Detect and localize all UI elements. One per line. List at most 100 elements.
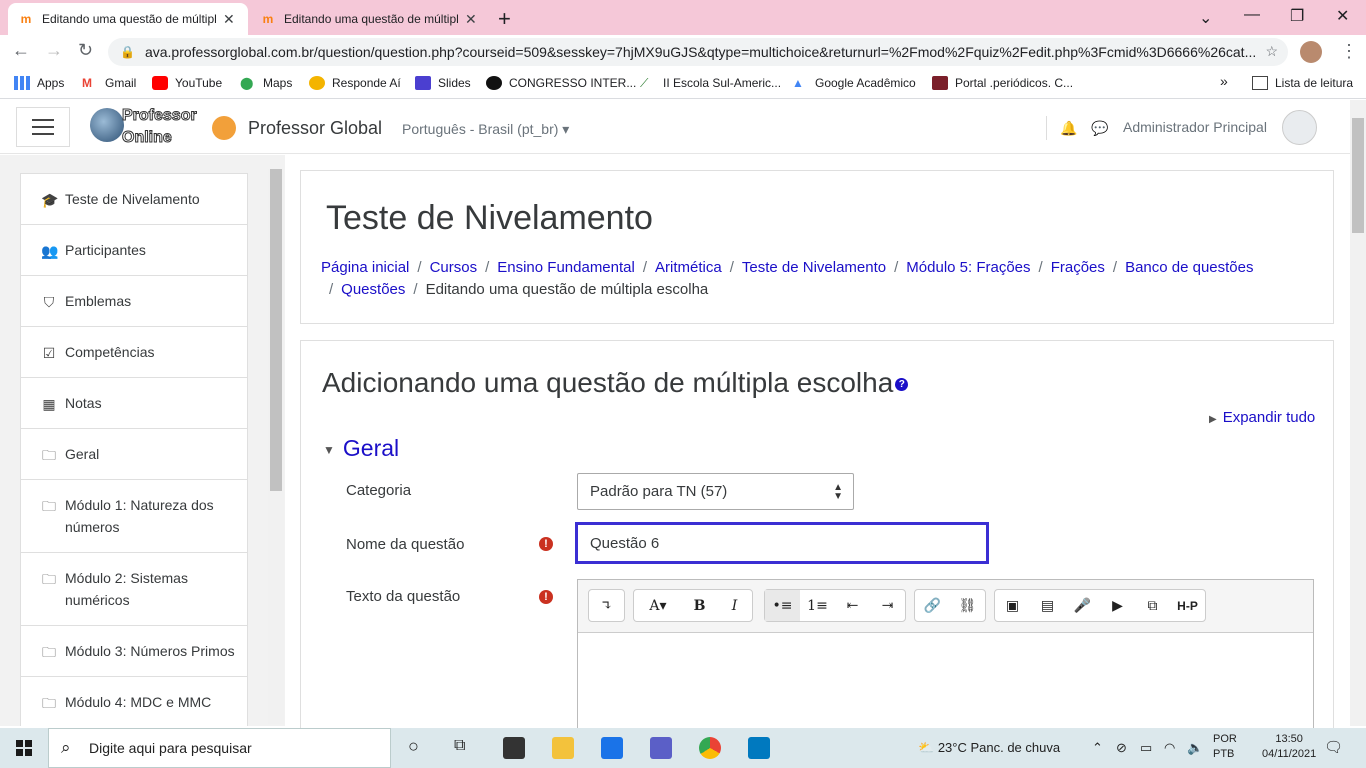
chrome-icon[interactable]: [699, 737, 721, 759]
bookmark-google-academico[interactable]: ▲ Google Acadêmico: [792, 76, 916, 90]
breadcrumb-home[interactable]: Página inicial: [321, 259, 409, 276]
bookmark-star-icon[interactable]: ☆: [1265, 43, 1278, 60]
close-window-icon[interactable]: ✕: [1336, 6, 1349, 26]
drawer-toggle-button[interactable]: [16, 107, 70, 147]
nav-item-module-4[interactable]: 🗀 Módulo 4: MDC e MMC: [21, 677, 247, 726]
nav-item-competencies[interactable]: ☑ Competências: [21, 327, 247, 378]
rich-text-editor[interactable]: ↴ A▾ B I •≡ 1≡ ⇤ ⇥ 🔗 ⛓ ▣ ▤ 🎤 ▶ ⧉ H-P: [577, 579, 1314, 749]
bookmark-escola[interactable]: ⟋ II Escola Sul-Americ...: [640, 76, 781, 90]
bookmark-congresso[interactable]: CONGRESSO INTER...: [486, 76, 636, 90]
bookmark-youtube[interactable]: YouTube: [152, 76, 222, 90]
user-name[interactable]: Administrador Principal: [1123, 119, 1267, 135]
h5p-icon[interactable]: H-P: [1170, 590, 1205, 621]
browser-tab-2[interactable]: m Editando uma questão de múltipla escol…: [250, 3, 490, 35]
wifi-icon[interactable]: ◠: [1164, 740, 1175, 756]
category-label: Categoria: [346, 482, 412, 499]
reload-icon[interactable]: ↻: [78, 40, 93, 61]
teams-icon[interactable]: [650, 737, 672, 759]
nav-item-badges[interactable]: ⛉ Emblemas: [21, 276, 247, 327]
page-scrollbar-thumb[interactable]: [1352, 118, 1364, 233]
browser-menu-icon[interactable]: ⋮: [1340, 41, 1358, 62]
breadcrumb-ensino[interactable]: Ensino Fundamental: [497, 259, 635, 276]
link-icon[interactable]: 🔗: [915, 590, 950, 621]
drawer-scrollbar-thumb[interactable]: [270, 169, 282, 491]
new-tab-icon[interactable]: +: [498, 6, 511, 32]
expand-all-link[interactable]: ▶ Expandir tudo: [1209, 409, 1315, 426]
weather-widget[interactable]: ⛅ 23°C Panc. de chuva: [918, 740, 1060, 756]
nav-item-module-2[interactable]: 🗀 Módulo 2: Sistemas numéricos: [21, 553, 247, 626]
user-avatar[interactable]: [1282, 110, 1317, 145]
breadcrumb-courses[interactable]: Cursos: [430, 259, 478, 276]
image-icon[interactable]: ▣: [995, 590, 1030, 621]
mail-icon[interactable]: [601, 737, 623, 759]
forward-icon[interactable]: →: [45, 40, 63, 61]
close-tab-icon[interactable]: ✕: [465, 11, 477, 28]
bookmark-apps[interactable]: Apps: [14, 76, 64, 90]
input-language[interactable]: POR PTB: [1213, 732, 1237, 762]
paragraph-style-icon[interactable]: A▾: [634, 590, 682, 621]
page-scrollbar[interactable]: [1350, 100, 1366, 726]
clock[interactable]: 13:50 04/11/2021: [1262, 732, 1316, 762]
breadcrumb-aritmetica[interactable]: Aritmética: [655, 259, 722, 276]
trello-icon[interactable]: [748, 737, 770, 759]
bookmark-slides[interactable]: Slides: [415, 76, 471, 90]
breadcrumb-module-5[interactable]: Módulo 5: Frações: [906, 259, 1030, 276]
unordered-list-icon[interactable]: •≡: [765, 590, 800, 621]
tab-search-icon[interactable]: ⌄: [1199, 8, 1212, 28]
show-more-buttons-icon[interactable]: ↴: [589, 590, 624, 621]
profile-avatar[interactable]: [1300, 41, 1322, 63]
chat-icon[interactable]: 💬: [1091, 120, 1108, 137]
outdent-icon[interactable]: ⇤: [835, 590, 870, 621]
unlink-icon[interactable]: ⛓: [950, 590, 985, 621]
bookmark-responde-ai[interactable]: Responde Aí: [309, 76, 401, 90]
bold-icon[interactable]: B: [682, 590, 717, 621]
media-icon[interactable]: ▤: [1030, 590, 1065, 621]
bookmark-portal-periodicos[interactable]: Portal .periódicos. C...: [932, 76, 1073, 90]
back-icon[interactable]: ←: [12, 40, 30, 61]
language-menu[interactable]: Português - Brasil (pt_br) ▾: [402, 121, 569, 138]
nav-item-module-1[interactable]: 🗀 Módulo 1: Natureza dos números: [21, 480, 247, 553]
manage-files-icon[interactable]: ⧉: [1135, 590, 1170, 621]
breadcrumb-question-bank[interactable]: Banco de questões: [1125, 259, 1253, 276]
nav-item-grades[interactable]: ▦ Notas: [21, 378, 247, 429]
battery-icon[interactable]: ▭: [1140, 740, 1152, 756]
address-bar[interactable]: 🔒 ava.professorglobal.com.br/question/qu…: [108, 38, 1288, 66]
maximize-icon[interactable]: ❐: [1290, 6, 1304, 26]
cortana-icon[interactable]: ○: [408, 736, 419, 757]
breadcrumb-fracoes[interactable]: Frações: [1051, 259, 1105, 276]
task-view-icon[interactable]: ⧉: [454, 737, 465, 755]
bell-icon[interactable]: 🔔: [1060, 120, 1077, 137]
windows-start-icon[interactable]: [16, 740, 32, 756]
show-hidden-icons-icon[interactable]: ⌃: [1092, 740, 1103, 756]
help-icon[interactable]: ?: [895, 378, 909, 392]
minimize-icon[interactable]: —: [1244, 6, 1260, 24]
taskbar-search-input[interactable]: ⌕ Digite aqui para pesquisar: [48, 728, 391, 768]
breadcrumb-course[interactable]: Teste de Nivelamento: [742, 259, 886, 276]
record-video-icon[interactable]: ▶: [1100, 590, 1135, 621]
browser-tab-1[interactable]: m Editando uma questão de múltipla escol…: [8, 3, 248, 35]
italic-icon[interactable]: I: [717, 590, 752, 621]
notifications-icon[interactable]: 🗨: [1324, 738, 1343, 756]
indent-icon[interactable]: ⇥: [870, 590, 905, 621]
question-name-input[interactable]: Questão 6: [575, 522, 989, 564]
nav-item-participants[interactable]: 👥 Participantes: [21, 225, 247, 276]
breadcrumb-questions[interactable]: Questões: [341, 281, 405, 298]
bookmark-gmail[interactable]: M Gmail: [82, 76, 136, 90]
category-select[interactable]: Padrão para TN (57) ▲ ▼: [577, 473, 854, 510]
close-tab-icon[interactable]: ✕: [223, 11, 235, 28]
drawer-scrollbar[interactable]: [268, 169, 284, 724]
more-bookmarks-icon[interactable]: »: [1220, 73, 1228, 89]
site-name[interactable]: Professor Global: [248, 118, 382, 139]
nav-item-module-3[interactable]: 🗀 Módulo 3: Números Primos: [21, 626, 247, 677]
bookmark-maps[interactable]: ⬤ Maps: [240, 76, 292, 90]
store-icon[interactable]: [503, 737, 525, 759]
reading-list[interactable]: Lista de leitura: [1252, 76, 1353, 90]
section-general-header[interactable]: ▼ Geral: [323, 435, 399, 462]
file-explorer-icon[interactable]: [552, 737, 574, 759]
ordered-list-icon[interactable]: 1≡: [800, 590, 835, 621]
nav-item-course[interactable]: 🎓 Teste de Nivelamento: [21, 174, 247, 225]
nav-item-general[interactable]: 🗀 Geral: [21, 429, 247, 480]
network-error-icon[interactable]: ⊘: [1116, 740, 1127, 756]
record-audio-icon[interactable]: 🎤: [1065, 590, 1100, 621]
volume-icon[interactable]: 🔈: [1187, 740, 1203, 756]
